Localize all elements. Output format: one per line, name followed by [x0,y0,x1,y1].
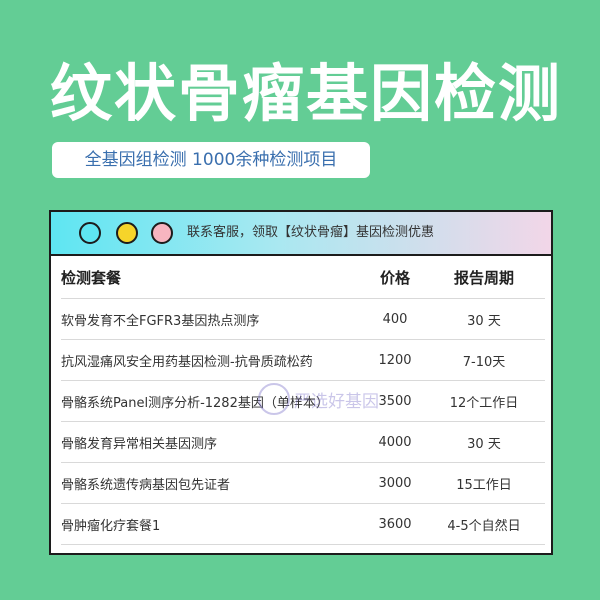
package-price: 3600 [378,516,412,532]
panel-header: 联系客服，领取【纹状骨瘤】基因检测优惠 [51,212,551,256]
price-table: 检测套餐 价格 报告周期 软骨发育不全FGFR3基因热点测序 400 30 天 … [61,256,545,545]
package-price: 1200 [378,352,412,368]
header-price: 价格 [379,268,410,287]
window-dot-yellow-icon [116,222,138,244]
table-row[interactable]: 骨骼发育异常相关基因测序 4000 30 天 [61,422,545,463]
package-name: 骨肿瘤化疗套餐1 [61,518,161,534]
package-name: 骨骼发育异常相关基因测序 [61,436,218,452]
package-cycle: 12个工作日 [449,395,519,411]
table-row[interactable]: 骨骼系统遗传病基因包先证者 3000 15工作日 [61,463,545,504]
package-name: 抗风湿痛风安全用药基因检测-抗骨质疏松药 [61,354,313,370]
package-name: 骨骼系统Panel测序分析-1282基因（单样本） [61,395,329,411]
contact-notice-link[interactable]: 联系客服，领取【纹状骨瘤】基因检测优惠 [187,212,434,254]
package-cycle: 4-5个自然日 [447,518,521,534]
table-row[interactable]: 骨骼系统Panel测序分析-1282基因（单样本） 3500 12个工作日 [61,381,545,422]
table-row[interactable]: 软骨发育不全FGFR3基因热点测序 400 30 天 [61,299,545,340]
package-name: 骨骼系统遗传病基因包先证者 [61,477,231,493]
package-price: 4000 [378,434,412,450]
package-cycle: 30 天 [467,313,501,329]
table-header: 检测套餐 价格 报告周期 [61,256,545,299]
header-name: 检测套餐 [61,268,122,287]
window-dot-cyan-icon [79,222,101,244]
package-price: 400 [382,311,408,327]
header-cycle: 报告周期 [453,268,514,287]
window-dot-pink-icon [151,222,173,244]
package-price: 3000 [378,475,412,491]
package-cycle: 15工作日 [456,477,512,493]
package-price: 3500 [378,393,412,409]
package-cycle: 7-10天 [462,354,506,370]
page-title: 纹状骨瘤基因检测 [50,57,563,130]
table-row[interactable]: 抗风湿痛风安全用药基因检测-抗骨质疏松药 1200 7-10天 [61,340,545,381]
subtitle-badge: 全基因组检测 1000余种检测项目 [52,142,370,178]
price-panel: 联系客服，领取【纹状骨瘤】基因检测优惠 检测套餐 价格 报告周期 软骨发育不全F… [49,210,553,555]
package-cycle: 30 天 [467,436,501,452]
table-row[interactable]: 骨肿瘤化疗套餐1 3600 4-5个自然日 [61,504,545,545]
package-name: 软骨发育不全FGFR3基因热点测序 [61,313,260,329]
